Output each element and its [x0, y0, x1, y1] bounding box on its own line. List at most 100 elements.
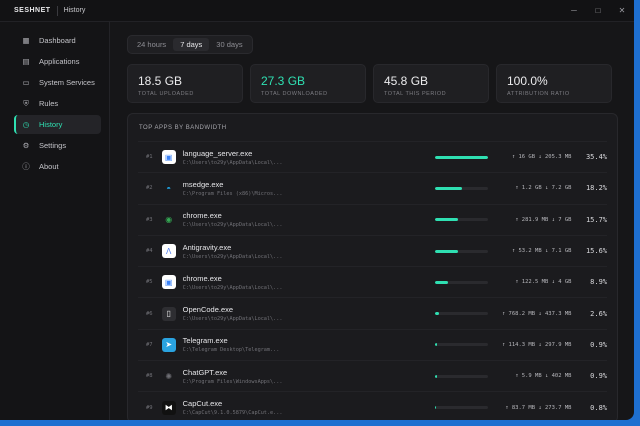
close-button[interactable]: ✕ [610, 6, 634, 15]
app-name: chrome.exe [182, 211, 222, 221]
telegram-icon: ➤ [161, 337, 176, 352]
apps-list: #1 ▣ language_server.exe C:\Users\to29y\App… [128, 141, 617, 420]
app-path: C:\Program Files\WindowsApps\... [182, 378, 283, 385]
usage-bar-fill [435, 249, 459, 253]
app-rank: #4 [146, 248, 153, 255]
sidebar-item-label: System Services [39, 78, 95, 87]
sidebar: ▦ Dashboard ▤ Applications ▭ System Services ⛨… [0, 22, 110, 420]
usage-bar [435, 343, 488, 347]
capcut-icon: ⧓ [161, 400, 176, 415]
dashboard-icon: ▦ [22, 36, 30, 45]
title-divider [56, 5, 58, 16]
app-rank: #2 [146, 185, 153, 192]
services-icon: ▭ [22, 78, 30, 87]
stat-value: 100.0% [507, 74, 548, 88]
usage-bar [435, 374, 488, 378]
sidebar-item-label: Applications [39, 57, 80, 66]
app-traffic: ↑ 5.9 MB ↓ 402 MB [515, 373, 572, 380]
app-traffic: ↑ 281.9 MB ↓ 7 GB [515, 216, 572, 223]
app-rank: #7 [146, 341, 153, 348]
tab-7-days[interactable]: 7 days [173, 38, 210, 51]
sidebar-item-rules[interactable]: ⛨ Rules [14, 94, 101, 113]
stat-card: 45.8 GB TOTAL THIS PERIOD [373, 64, 489, 103]
app-path: C:\CapCut\9.1.0.5879\CapCut.e... [182, 410, 283, 417]
app-percent: 0.8% [590, 403, 608, 412]
usage-bar [435, 406, 488, 410]
vscode-icon: ▣ [161, 150, 176, 165]
app-rank: #3 [146, 216, 153, 223]
sidebar-item-label: Dashboard [39, 36, 76, 45]
app-path: C:\Users\to29y\AppData\Local\... [182, 284, 283, 291]
app-name: msedge.exe [182, 179, 224, 189]
sidebar-item-label: History [39, 120, 63, 129]
app-info: chrome.exe C:\Users\to29y\AppData\Local\.… [183, 211, 435, 228]
app-percent: 18.2% [585, 184, 608, 193]
app-percent: 2.6% [590, 309, 608, 318]
app-path: C:\Users\to29y\AppData\Local\... [182, 159, 283, 166]
table-row[interactable]: #4 Λ Antigravity.exe C:\Users\to29y\AppData… [138, 234, 607, 266]
app-rank: #8 [146, 373, 153, 380]
sidebar-item-dashboard[interactable]: ▦ Dashboard [14, 31, 101, 50]
tab-24-hours[interactable]: 24 hours [130, 38, 173, 51]
usage-bar-fill [435, 343, 437, 347]
table-row[interactable]: #5 ▣ chrome.exe C:\Users\to29y\AppData\Loca… [138, 266, 607, 297]
usage-bar [435, 155, 488, 159]
chatgpt-icon: ✺ [165, 371, 173, 381]
app-info: Telegram.exe C:\Telegram Desktop\Telegram… [183, 336, 435, 353]
app-name: Antigravity.exe [182, 242, 232, 252]
minimize-button[interactable]: ─ [562, 6, 586, 15]
app-traffic: ↑ 114.3 MB ↓ 297.9 MB [501, 341, 572, 348]
table-row[interactable]: #3 ◉ chrome.exe C:\Users\to29y\AppData\Loca… [138, 203, 607, 235]
tab-30-days[interactable]: 30 days [209, 38, 249, 51]
app-rank: #1 [146, 154, 153, 161]
sidebar-item-settings[interactable]: ⚙ Settings [14, 136, 101, 155]
app-rank: #5 [146, 279, 153, 286]
stat-card: 18.5 GB TOTAL UPLOADED [127, 64, 243, 103]
app-path: C:\Users\to29y\AppData\Local\... [182, 253, 283, 260]
app-info: ChatGPT.exe C:\Program Files\WindowsApps\… [183, 368, 435, 385]
app-info: language_server.exe C:\Users\to29y\AppDat… [183, 149, 435, 166]
usage-bar [435, 280, 488, 284]
sidebar-item-label: Settings [39, 141, 67, 150]
sidebar-item-applications[interactable]: ▤ Applications [14, 52, 101, 71]
panel-title: TOP APPS BY BANDWIDTH [139, 125, 227, 131]
app-traffic: ↑ 83.7 MB ↓ 273.7 MB [505, 404, 572, 411]
app-path: C:\Telegram Desktop\Telegram... [182, 347, 280, 354]
table-row[interactable]: #9 ⧓ CapCut.exe C:\CapCut\9.1.0.5879\CapCut… [138, 391, 607, 420]
table-row[interactable]: #2 ◓ msedge.exe C:\Program Files (x86)\Micr… [138, 172, 607, 203]
app-traffic: ↑ 16 GB ↓ 205.3 MB [511, 154, 572, 161]
usage-bar [435, 249, 488, 253]
app-icon: ▣ [161, 275, 176, 290]
table-row[interactable]: #7 ➤ Telegram.exe C:\Telegram Desktop\Teleg… [138, 328, 607, 360]
stat-card: 27.3 GB TOTAL DOWNLOADED [250, 64, 366, 103]
shield-icon: ⛨ [23, 98, 29, 108]
table-row[interactable]: #6 ▯ OpenCode.exe C:\Users\to29y\AppData\Lo… [138, 297, 607, 328]
app-name: Telegram.exe [182, 336, 228, 346]
usage-bar [435, 186, 488, 190]
info-icon: ⓘ [22, 162, 30, 171]
app-info: CapCut.exe C:\CapCut\9.1.0.5879\CapCut.e.… [183, 399, 435, 416]
sidebar-item-history[interactable]: ◷ History [14, 115, 101, 134]
title-bar: SESHNET History ─ □ ✕ [0, 0, 634, 22]
usage-bar-fill [435, 406, 437, 410]
edge-icon: ◓ [166, 183, 172, 193]
stat-value: 27.3 GB [261, 74, 306, 88]
table-row[interactable]: #1 ▣ language_server.exe C:\Users\to29y\App… [138, 141, 607, 172]
table-row[interactable]: #8 ✺ ChatGPT.exe C:\Program Files\WindowsAp… [138, 360, 607, 391]
app-path: C:\Program Files (x86)\Micros... [182, 190, 283, 197]
stat-card: 100.0% ATTRIBUTION RATIO [496, 64, 612, 103]
period-tabs: 24 hours 7 days 30 days [127, 35, 253, 54]
app-percent: 8.9% [590, 278, 608, 287]
maximize-button[interactable]: □ [586, 6, 610, 15]
app-name: OpenCode.exe [182, 305, 234, 315]
top-apps-panel: TOP APPS BY BANDWIDTH #1 ▣ language_server… [127, 113, 618, 420]
stat-label: TOTAL DOWNLOADED [261, 91, 328, 97]
brand-logo: SESHNET [14, 7, 51, 14]
app-name: language_server.exe [182, 148, 253, 158]
window-title: History [63, 7, 86, 14]
app-rank: #6 [146, 310, 153, 317]
opencode-icon: ▯ [161, 306, 176, 321]
sidebar-item-about[interactable]: ⓘ About [14, 157, 101, 176]
chrome-icon: ◉ [165, 215, 173, 225]
sidebar-item-system-services[interactable]: ▭ System Services [14, 73, 101, 92]
